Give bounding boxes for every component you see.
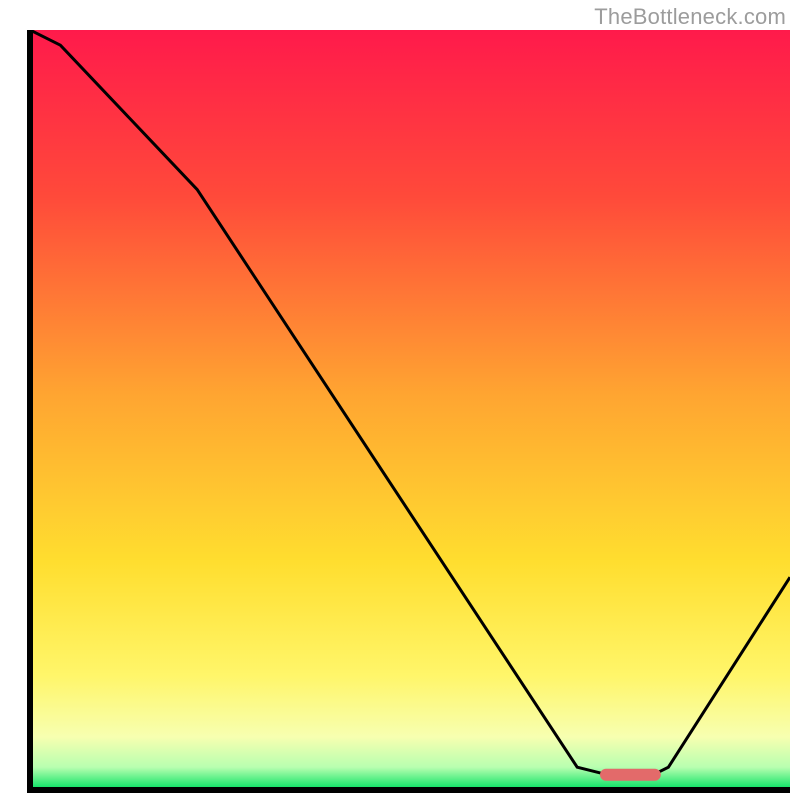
chart-svg bbox=[0, 0, 800, 800]
optimum-marker bbox=[600, 769, 661, 781]
bottleneck-chart bbox=[0, 0, 800, 800]
gradient-background bbox=[30, 30, 790, 790]
watermark-text: TheBottleneck.com bbox=[594, 4, 786, 30]
